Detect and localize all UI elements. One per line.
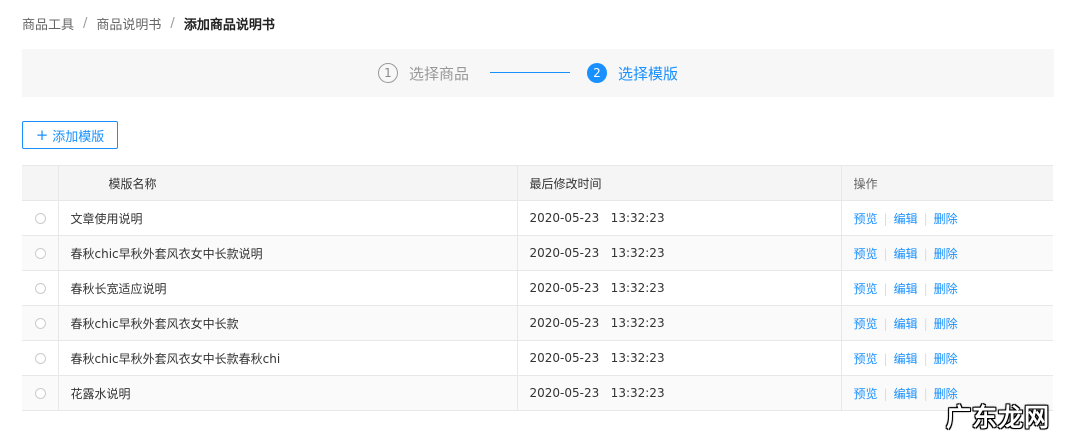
template-table: 模版名称 最后修改时间 操作 文章使用说明 2020-05-23 13:32:23… — [22, 165, 1053, 411]
preview-link[interactable]: 预览 — [854, 317, 878, 331]
plus-icon: + — [35, 125, 49, 144]
header-template-name: 模版名称 — [58, 165, 518, 201]
preview-link[interactable]: 预览 — [854, 282, 878, 296]
template-name: 春秋chic早秋外套风衣女中长款春秋chi — [58, 340, 518, 376]
delete-link[interactable]: 删除 — [934, 352, 958, 366]
table-row[interactable]: 花露水说明 2020-05-23 13:32:23 预览 | 编辑 | 删除 — [22, 375, 1053, 411]
table-row[interactable]: 春秋chic早秋外套风衣女中长款春秋chi 2020-05-23 13:32:23… — [22, 340, 1053, 376]
row-radio-cell — [22, 340, 59, 376]
edit-link[interactable]: 编辑 — [894, 352, 918, 366]
action-separator: | — [923, 316, 928, 331]
action-separator: | — [883, 316, 888, 331]
edit-link[interactable]: 编辑 — [894, 247, 918, 261]
action-separator: | — [883, 386, 888, 401]
preview-link[interactable]: 预览 — [854, 212, 878, 226]
table-row[interactable]: 春秋chic早秋外套风衣女中长款 2020-05-23 13:32:23 预览 | 编辑… — [22, 305, 1053, 341]
action-separator: | — [923, 281, 928, 296]
action-separator: | — [923, 386, 928, 401]
step-number: 1 — [378, 63, 398, 83]
step-select-template[interactable]: 2 选择模版 — [587, 49, 678, 97]
preview-link[interactable]: 预览 — [854, 352, 878, 366]
action-separator: | — [883, 281, 888, 296]
row-actions: 预览 | 编辑 | 删除 — [841, 200, 1053, 236]
action-separator: | — [923, 246, 928, 261]
edit-link[interactable]: 编辑 — [894, 212, 918, 226]
steps-bar: 1 选择商品 2 选择模版 — [22, 49, 1054, 97]
template-name: 文章使用说明 — [58, 200, 518, 236]
breadcrumb: 商品工具 / 商品说明书 / 添加商品说明书 — [22, 12, 275, 34]
row-actions: 预览 | 编辑 | 删除 — [841, 270, 1053, 306]
step-label: 选择商品 — [409, 64, 470, 83]
row-radio-button[interactable] — [35, 352, 46, 364]
table-row[interactable]: 文章使用说明 2020-05-23 13:32:23 预览 | 编辑 | 删除 — [22, 200, 1053, 236]
add-template-label: 添加模版 — [52, 129, 105, 145]
breadcrumb-item-tools[interactable]: 商品工具 — [22, 14, 74, 33]
modified-time: 2020-05-23 13:32:23 — [517, 270, 842, 306]
modified-time: 2020-05-23 13:32:23 — [517, 200, 842, 236]
delete-link[interactable]: 删除 — [934, 317, 958, 331]
delete-link[interactable]: 删除 — [934, 212, 958, 226]
template-name: 春秋chic早秋外套风衣女中长款 — [58, 305, 518, 341]
modified-time: 2020-05-23 13:32:23 — [517, 375, 842, 411]
row-actions: 预览 | 编辑 | 删除 — [841, 235, 1053, 271]
breadcrumb-separator: / — [170, 15, 175, 31]
table-row[interactable]: 春秋长宽适应说明 2020-05-23 13:32:23 预览 | 编辑 | 删除 — [22, 270, 1053, 306]
watermark-logo: 广东龙网 — [946, 403, 1051, 432]
action-separator: | — [883, 211, 888, 226]
modified-time: 2020-05-23 13:32:23 — [517, 340, 842, 376]
action-separator: | — [923, 351, 928, 366]
edit-link[interactable]: 编辑 — [894, 387, 918, 401]
breadcrumb-current: 添加商品说明书 — [183, 17, 275, 33]
header-actions: 操作 — [841, 165, 1053, 201]
action-separator: | — [883, 246, 888, 261]
header-modified-time: 最后修改时间 — [517, 165, 842, 201]
row-radio-cell — [22, 200, 59, 236]
step-select-product[interactable]: 1 选择商品 — [378, 49, 469, 97]
table-row[interactable]: 春秋chic早秋外套风衣女中长款说明 2020-05-23 13:32:23 预览 |… — [22, 235, 1053, 271]
action-separator: | — [883, 351, 888, 366]
row-radio-button[interactable] — [35, 387, 46, 399]
delete-link[interactable]: 删除 — [934, 247, 958, 261]
row-radio-button[interactable] — [35, 317, 46, 329]
row-actions: 预览 | 编辑 | 删除 — [841, 340, 1053, 376]
row-radio-button[interactable] — [35, 247, 46, 259]
add-template-button[interactable]: + 添加模版 — [22, 121, 118, 149]
breadcrumb-separator: / — [83, 15, 88, 31]
template-name: 花露水说明 — [58, 375, 518, 411]
row-radio-cell — [22, 375, 59, 411]
step-label: 选择模版 — [618, 64, 679, 83]
action-separator: | — [923, 211, 928, 226]
breadcrumb-item-manuals[interactable]: 商品说明书 — [96, 14, 161, 33]
row-radio-cell — [22, 270, 59, 306]
modified-time: 2020-05-23 13:32:23 — [517, 235, 842, 271]
step-number: 2 — [587, 63, 607, 83]
edit-link[interactable]: 编辑 — [894, 282, 918, 296]
modified-time: 2020-05-23 13:32:23 — [517, 305, 842, 341]
step-connector-line — [490, 72, 570, 73]
row-radio-button[interactable] — [35, 282, 46, 294]
row-radio-cell — [22, 235, 59, 271]
row-radio-cell — [22, 305, 59, 341]
template-name: 春秋chic早秋外套风衣女中长款说明 — [58, 235, 518, 271]
template-name: 春秋长宽适应说明 — [58, 270, 518, 306]
table-header-row: 模版名称 最后修改时间 操作 — [22, 165, 1053, 201]
row-radio-button[interactable] — [35, 212, 46, 224]
header-radio-column — [22, 165, 59, 201]
edit-link[interactable]: 编辑 — [894, 317, 918, 331]
preview-link[interactable]: 预览 — [854, 387, 878, 401]
delete-link[interactable]: 删除 — [934, 282, 958, 296]
row-actions: 预览 | 编辑 | 删除 — [841, 305, 1053, 341]
preview-link[interactable]: 预览 — [854, 247, 878, 261]
